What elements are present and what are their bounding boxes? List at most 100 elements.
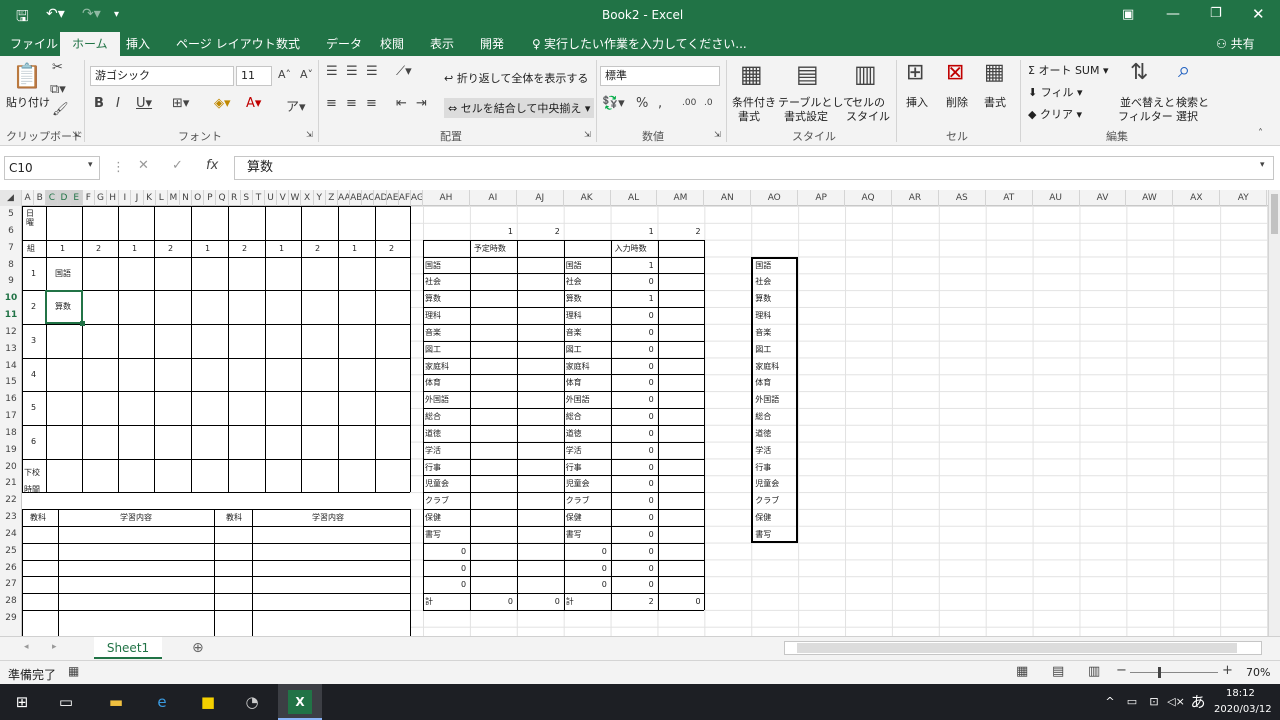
format-cells-icon[interactable]: ▦ [984, 60, 1005, 85]
column-header[interactable]: AA [338, 190, 351, 206]
column-header[interactable]: Z [326, 190, 338, 206]
column-header[interactable]: R [229, 190, 241, 206]
column-header[interactable]: AF [399, 190, 411, 206]
zoom-level[interactable]: 70% [1246, 666, 1270, 679]
page-break-view-icon[interactable]: ▥ [1088, 664, 1100, 679]
column-header[interactable]: AL [611, 190, 658, 206]
comma-icon[interactable]: , [658, 96, 662, 111]
format-as-table-icon[interactable]: ▤ [796, 60, 819, 88]
conditional-format-icon[interactable]: ▦ [740, 60, 763, 88]
formula-input[interactable]: 算数 [234, 156, 1274, 180]
row-header[interactable]: 12 [0, 327, 22, 337]
clear-button[interactable]: ◆ クリア ▾ [1028, 106, 1082, 122]
launcher-icon[interactable]: ⇲ [584, 130, 591, 139]
row-header[interactable]: 20 [0, 462, 22, 472]
windows-start-icon[interactable]: ⊞ [10, 690, 34, 714]
column-header[interactable]: L [156, 190, 168, 206]
row-header[interactable]: 17 [0, 411, 22, 421]
cancel-icon[interactable]: ✕ [138, 158, 149, 173]
column-header[interactable]: J [131, 190, 144, 206]
percent-icon[interactable]: % [636, 96, 648, 111]
row-header[interactable]: 14 [0, 361, 22, 371]
vertical-scroll-thumb[interactable] [1271, 194, 1278, 234]
insert-cells-button[interactable]: 挿入 [906, 94, 928, 110]
sort-filter-icon[interactable]: ⇅ [1130, 60, 1148, 85]
launcher-icon[interactable]: ⇲ [72, 130, 79, 139]
battery-icon[interactable]: ▭ [1120, 690, 1144, 714]
page-layout-view-icon[interactable]: ▤ [1052, 664, 1064, 679]
column-header[interactable]: C [46, 190, 59, 206]
file-explorer-icon[interactable]: ▬ [104, 690, 128, 714]
close-icon[interactable]: ✕ [1252, 5, 1265, 23]
column-header[interactable]: AD [374, 190, 387, 206]
paste-button[interactable]: 貼り付け [6, 94, 50, 110]
column-header[interactable]: AS [939, 190, 986, 206]
name-box[interactable]: C10 [4, 156, 100, 180]
column-header[interactable]: S [241, 190, 253, 206]
launcher-icon[interactable]: ⇲ [714, 130, 721, 139]
column-header[interactable]: AT [986, 190, 1033, 206]
italic-icon[interactable]: I [116, 96, 120, 111]
insert-cells-icon[interactable]: ⊞ [906, 60, 924, 85]
tab-review[interactable]: 校閲 [372, 32, 412, 56]
merge-center-button[interactable]: ⇔ セルを結合して中央揃え ▾ [444, 98, 595, 118]
row-header[interactable]: 23 [0, 512, 22, 522]
tab-formulas[interactable]: 数式 [268, 32, 308, 56]
column-header[interactable]: AO [751, 190, 799, 206]
font-color-icon[interactable]: A▾ [246, 96, 261, 111]
row-header[interactable]: 19 [0, 445, 22, 455]
vertical-scrollbar[interactable] [1268, 190, 1280, 636]
border-icon[interactable]: ⊞▾ [172, 96, 189, 111]
align-bottom-icon[interactable]: ☰ [366, 64, 378, 79]
column-header[interactable]: AP [798, 190, 846, 206]
column-header[interactable]: G [95, 190, 108, 206]
row-header[interactable]: 28 [0, 596, 22, 606]
volume-icon[interactable]: ◁× [1164, 690, 1188, 714]
column-header[interactable]: N [180, 190, 193, 206]
customize-qat-icon[interactable]: ▾ [114, 9, 119, 20]
align-center-icon[interactable]: ≡ [346, 96, 357, 111]
column-header[interactable]: D [58, 190, 71, 206]
column-header[interactable]: Y [314, 190, 326, 206]
minimize-icon[interactable]: — [1166, 6, 1180, 22]
redo-icon[interactable]: ↷▾ [82, 6, 101, 22]
row-header[interactable]: 21 [0, 478, 22, 488]
column-header[interactable]: AB [350, 190, 363, 206]
share-button[interactable]: ⚇ 共有 [1208, 32, 1263, 56]
delete-cells-button[interactable]: 削除 [946, 94, 968, 110]
row-header[interactable]: 11 [0, 310, 22, 320]
sheet-tab-sheet1[interactable]: Sheet1 [94, 637, 162, 659]
row-header[interactable]: 8 [0, 260, 22, 270]
cut-icon[interactable]: ✂ [52, 60, 63, 75]
row-header[interactable]: 25 [0, 546, 22, 556]
column-header[interactable]: AM [658, 190, 705, 206]
next-sheet-icon[interactable]: ▸ [52, 642, 57, 652]
tray-chevron-icon[interactable]: ^ [1098, 690, 1122, 714]
ribbon-display-icon[interactable]: ▣ [1122, 7, 1134, 22]
paint-icon[interactable]: ◔ [240, 690, 264, 714]
column-header[interactable]: O [192, 190, 205, 206]
tab-file[interactable]: ファイル [2, 32, 66, 56]
font-name-select[interactable]: 游ゴシック [90, 66, 234, 86]
grow-font-icon[interactable]: A˄ [278, 68, 291, 81]
tab-view[interactable]: 表示 [422, 32, 462, 56]
column-header[interactable]: I [119, 190, 132, 206]
column-header[interactable]: AY [1220, 190, 1268, 206]
column-header[interactable]: AX [1173, 190, 1221, 206]
tab-page-layout[interactable]: ページ レイアウト [168, 32, 284, 56]
column-header[interactable]: T [253, 190, 266, 206]
increase-indent-icon[interactable]: ⇥ [416, 96, 427, 111]
align-top-icon[interactable]: ☰ [326, 64, 338, 79]
row-header[interactable]: 7 [0, 243, 22, 253]
enter-icon[interactable]: ✓ [172, 158, 183, 173]
row-header[interactable]: 22 [0, 495, 22, 505]
insert-function-icon[interactable]: fx [206, 158, 218, 173]
column-header[interactable]: H [107, 190, 120, 206]
fill-button[interactable]: ⬇ フィル ▾ [1028, 84, 1083, 100]
zoom-slider[interactable] [1130, 672, 1218, 673]
align-middle-icon[interactable]: ☰ [346, 64, 358, 79]
row-header[interactable]: 24 [0, 529, 22, 539]
normal-view-icon[interactable]: ▦ [1016, 664, 1028, 679]
column-header[interactable]: AE [387, 190, 399, 206]
font-size-select[interactable]: 11 [236, 66, 272, 86]
